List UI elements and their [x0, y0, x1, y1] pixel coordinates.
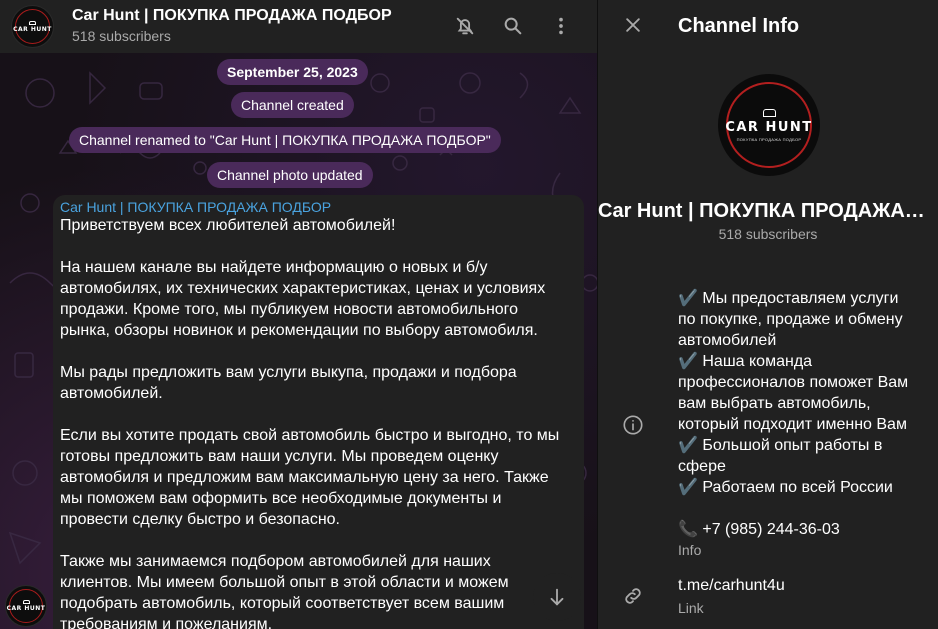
channel-avatar[interactable]: CAR HUNT [11, 5, 54, 48]
car-logo-icon [29, 20, 36, 25]
description-label: Info [678, 542, 702, 558]
avatar-brand-text: CAR HUNT [725, 119, 813, 135]
message-line: Также мы занимаемся подбором автомобилей… [60, 553, 491, 570]
description-line: ✔️ Большой опыт работы в [678, 437, 883, 454]
channel-description[interactable]: ✔️ Мы предоставляем услуги по покупке, пр… [678, 288, 923, 559]
description-line: вам выбрать автомобиль, [678, 395, 871, 412]
message-line: Если вы хотите продать свой автомобиль б… [60, 427, 560, 444]
message-line: клиентов. Мы имеем большой опыт в этой о… [60, 574, 509, 591]
description-line: который подходит именно Вам [678, 416, 907, 433]
message-line: требованиям и пожеланиям. [60, 616, 273, 629]
car-logo-icon [22, 600, 30, 604]
description-line: ✔️ Работаем по всей России [678, 479, 893, 496]
info-panel-title: Channel Info [678, 15, 800, 37]
avatar-tagline: ПОКУПКА ПРОДАЖА ПОДБОР [736, 136, 802, 142]
chat-title-block[interactable]: Car Hunt | ПОКУПКА ПРОДАЖА ПОДБОР 518 su… [72, 7, 392, 44]
description-line: по покупке, продаже и обмену [678, 311, 903, 328]
scroll-down-button[interactable] [533, 573, 581, 621]
message-line: автомобилях, их технических характеристи… [60, 280, 546, 297]
message-sender-avatar[interactable]: CAR HUNT [5, 585, 47, 627]
link-label: Link [678, 600, 704, 616]
message-text: Приветствуем всех любителей автомобилей!… [60, 215, 577, 629]
car-logo-icon [762, 108, 776, 117]
close-icon[interactable] [621, 13, 645, 37]
message-line: подобрать автомобиль, который соответств… [60, 595, 505, 612]
message-line: На нашем канале вы найдете информацию о … [60, 259, 488, 276]
link-icon [621, 584, 645, 608]
more-vertical-icon[interactable] [549, 14, 573, 38]
description-line: 📞 +7 (985) 244-36-03 [678, 521, 840, 538]
channel-info-panel: Channel Info CAR HUNT ПОКУПКА ПРОДАЖА ПО… [598, 0, 938, 629]
channel-name: Car Hunt | ПОКУПКА ПРОДАЖА ПОДБОР [598, 200, 938, 222]
description-line: ✔️ Наша команда [678, 353, 813, 370]
chat-header[interactable]: CAR HUNT Car Hunt | ПОКУПКА ПРОДАЖА ПОДБ… [0, 0, 597, 53]
arrow-down-icon [550, 588, 564, 606]
avatar-brand-text: CAR HUNT [6, 605, 46, 612]
channel-link[interactable]: t.me/carhunt4u [678, 576, 785, 596]
message-line: автомобилей. [60, 385, 163, 402]
description-line: профессионалов поможет Вам [678, 374, 909, 391]
chat-column: CAR HUNT Car Hunt | ПОКУПКА ПРОДАЖА ПОДБ… [0, 0, 597, 629]
avatar-brand-text: CAR HUNT [13, 25, 52, 33]
message-bubble[interactable]: Car Hunt | ПОКУПКА ПРОДАЖА ПОДБОР Привет… [53, 195, 584, 629]
bell-off-icon[interactable] [453, 14, 477, 38]
description-line [678, 498, 923, 519]
service-message-created: Channel created [231, 92, 354, 118]
message-line: Приветствуем всех любителей автомобилей! [60, 217, 396, 234]
service-message-photo: Channel photo updated [207, 162, 373, 188]
description-line: сфере [678, 458, 726, 475]
service-message-renamed: Channel renamed to "Car Hunt | ПОКУПКА П… [69, 127, 501, 153]
message-line: готовы предложить вам наши услуги. Мы пр… [60, 448, 499, 465]
search-icon[interactable] [501, 14, 525, 38]
message-line: автомобиля и предложим вам максимальную … [60, 469, 549, 486]
description-line: ✔️ Мы предоставляем услуги [678, 290, 899, 307]
channel-avatar-large[interactable]: CAR HUNT ПОКУПКА ПРОДАЖА ПОДБОР [718, 74, 820, 176]
message-line: провести сделку быстро и безопасно. [60, 511, 340, 528]
message-line: Мы рады предложить вам услуги выкупа, пр… [60, 364, 517, 381]
date-divider: September 25, 2023 [217, 59, 368, 85]
message-line: продажи. Кроме того, мы публикуем новост… [60, 301, 519, 318]
description-line: автомобилей [678, 332, 777, 349]
description-text: ✔️ Мы предоставляем услуги по покупке, пр… [678, 288, 923, 540]
message-line: рынка, обзоры новинок и рекомендации по … [60, 322, 538, 339]
info-icon [621, 413, 645, 437]
message-line: мы поможем вам оформить все необходимые … [60, 490, 502, 507]
channel-subscribers: 518 subscribers [718, 226, 818, 242]
chat-subscribers: 518 subscribers [72, 28, 171, 44]
chat-title: Car Hunt | ПОКУПКА ПРОДАЖА ПОДБОР [72, 7, 392, 24]
message-author[interactable]: Car Hunt | ПОКУПКА ПРОДАЖА ПОДБОР [60, 199, 577, 215]
